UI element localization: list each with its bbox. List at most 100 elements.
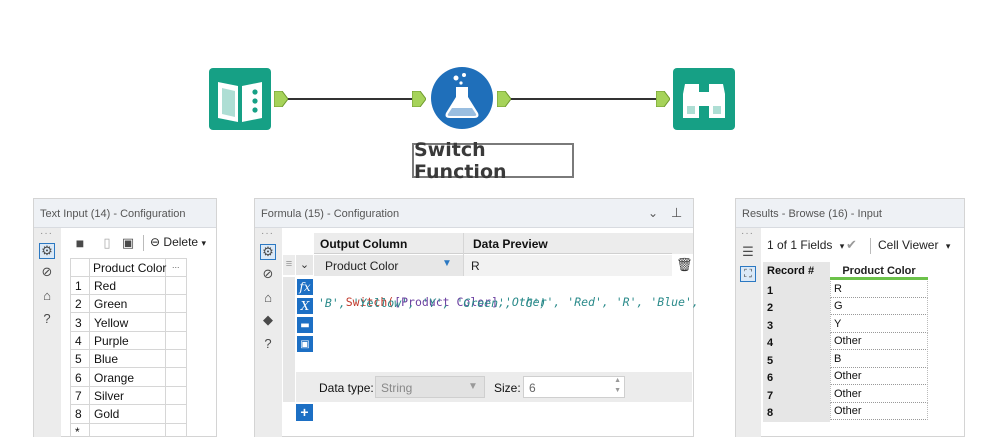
fields-selector[interactable]: 1 of 1 Fields ▾ [767, 238, 844, 252]
sidebar-dots: ··· [261, 228, 274, 239]
output-anchor-icon[interactable] [497, 91, 511, 107]
grid-border [70, 312, 187, 313]
panel-title: Formula (15) - Configuration [255, 199, 693, 228]
row-value[interactable]: Green [94, 297, 127, 311]
grid-border [70, 331, 187, 332]
row-value[interactable]: Red [94, 279, 116, 293]
stepper-up-icon[interactable]: ▲ [614, 377, 621, 384]
row-number: 5 [75, 352, 82, 366]
record-number: 1 [767, 285, 774, 297]
output-column-value: Product Color [325, 259, 399, 273]
row-number: 2 [75, 297, 82, 311]
record-number: 8 [767, 407, 774, 419]
cell-viewer-selector[interactable]: Cell Viewer ▾ [878, 238, 950, 252]
dropdown-arrow-icon: ▼ [442, 258, 452, 269]
row-value[interactable]: Blue [94, 352, 118, 366]
result-value[interactable]: Y [830, 316, 928, 333]
panel-title: Results - Browse (16) - Input [736, 199, 964, 228]
grid-border [70, 258, 187, 259]
help-icon[interactable]: ? [260, 335, 276, 351]
record-header: Record # [767, 265, 815, 277]
record-number: 6 [767, 372, 774, 384]
grid-border [70, 404, 187, 405]
gear-icon[interactable]: ⚙ [39, 243, 55, 259]
grid-border [70, 423, 187, 424]
row-number: 6 [75, 371, 82, 385]
result-value[interactable]: R [830, 281, 928, 298]
navigate-icon[interactable]: ⊘ [260, 266, 276, 282]
tag-icon[interactable]: ⌂ [39, 287, 55, 303]
browse-tool[interactable] [673, 68, 735, 130]
fields-label: 1 of 1 Fields [767, 238, 833, 252]
help-icon[interactable]: ? [39, 310, 55, 326]
minus-circle-icon: ⊖ [150, 235, 161, 249]
size-stepper[interactable]: 6 ▲ ▼ [523, 376, 625, 398]
grid-border [70, 276, 187, 277]
variables-icon[interactable]: X [297, 298, 313, 314]
delete-button[interactable]: ⊖ Delete ▾ [150, 235, 206, 249]
grid-border [89, 258, 90, 437]
result-value[interactable]: Other [830, 386, 928, 403]
dropdown-arrow-icon: ▼ [468, 381, 478, 392]
panel-collapse-icon[interactable]: ⌄ [648, 206, 658, 220]
product-color-header[interactable]: Product Color [830, 262, 928, 280]
trash-icon[interactable]: 🗑 [676, 257, 693, 273]
input-anchor-icon[interactable] [656, 91, 670, 107]
copy-icon[interactable]: ▯ [99, 235, 115, 251]
grid-border [70, 258, 71, 437]
expression-line: 'B', 'Yellow', 'Y', 'Green', 'G') [318, 296, 547, 310]
output-anchor-icon[interactable] [274, 91, 288, 107]
record-number: 2 [767, 302, 774, 314]
input-anchor-icon[interactable] [412, 91, 426, 107]
functions-icon[interactable]: fx [297, 279, 313, 295]
stepper-down-icon[interactable]: ▼ [614, 387, 621, 394]
row-value[interactable]: Purple [94, 334, 129, 348]
data-type-select[interactable]: String ▼ [375, 376, 485, 398]
record-number: 4 [767, 337, 774, 349]
add-column-header[interactable]: ... [172, 260, 180, 270]
result-value[interactable]: Other [830, 333, 928, 350]
row-value[interactable]: Orange [94, 371, 134, 385]
text-input-tool[interactable] [209, 68, 271, 130]
gear-icon[interactable]: ⚙ [260, 244, 276, 260]
clipboard-icon[interactable]: ▣ [120, 235, 136, 251]
result-value[interactable]: Other [830, 368, 928, 385]
navigate-icon[interactable]: ⊘ [39, 264, 55, 280]
row-number: 8 [75, 407, 82, 421]
cell-viewer-label: Cell Viewer [878, 238, 939, 252]
connection-line [511, 98, 657, 100]
table-view-icon[interactable]: ☰ [740, 244, 756, 260]
expression-side-column [283, 277, 295, 402]
size-value: 6 [529, 381, 536, 395]
checkmark-icon[interactable]: ✔ [846, 237, 857, 253]
delete-label: Delete [163, 235, 199, 249]
cube-icon[interactable]: ◆ [260, 312, 276, 328]
formula-tool[interactable] [430, 66, 494, 130]
open-folder-icon[interactable]: ▬ [297, 317, 313, 333]
grid-border [186, 258, 187, 437]
expression-editor[interactable]: Switch([Product Color],'Other', 'Red', '… [314, 277, 699, 372]
data-type-value: String [381, 381, 413, 395]
add-expression-button[interactable]: + [296, 404, 313, 421]
drag-handle-icon[interactable]: ≡ [283, 255, 295, 275]
output-column-dropdown[interactable]: Product Color ▼ [314, 255, 463, 276]
binoculars-icon[interactable]: ⛶ [740, 266, 756, 282]
pin-icon[interactable]: ⊥ [671, 205, 682, 221]
expand-row-icon[interactable]: ⌄ [296, 255, 313, 275]
row-value[interactable]: Silver [94, 389, 124, 403]
row-value[interactable]: Yellow [94, 316, 128, 330]
row-value[interactable]: Gold [94, 407, 119, 421]
save-expression-icon[interactable]: ▣ [297, 336, 313, 352]
tag-icon[interactable]: ⌂ [260, 289, 276, 305]
row-number: 1 [75, 279, 82, 293]
grid-border [70, 349, 187, 350]
result-value[interactable]: B [830, 351, 928, 368]
result-value[interactable]: Other [830, 403, 928, 420]
paste-rows-icon[interactable]: ■ [72, 235, 88, 251]
column-header[interactable]: Product Color [93, 261, 166, 275]
result-value[interactable]: G [830, 298, 928, 315]
data-preview-value: R [471, 259, 480, 273]
row-number: 4 [75, 334, 82, 348]
data-preview-cell: R [464, 255, 672, 276]
chevron-down-icon: ▾ [201, 238, 206, 248]
